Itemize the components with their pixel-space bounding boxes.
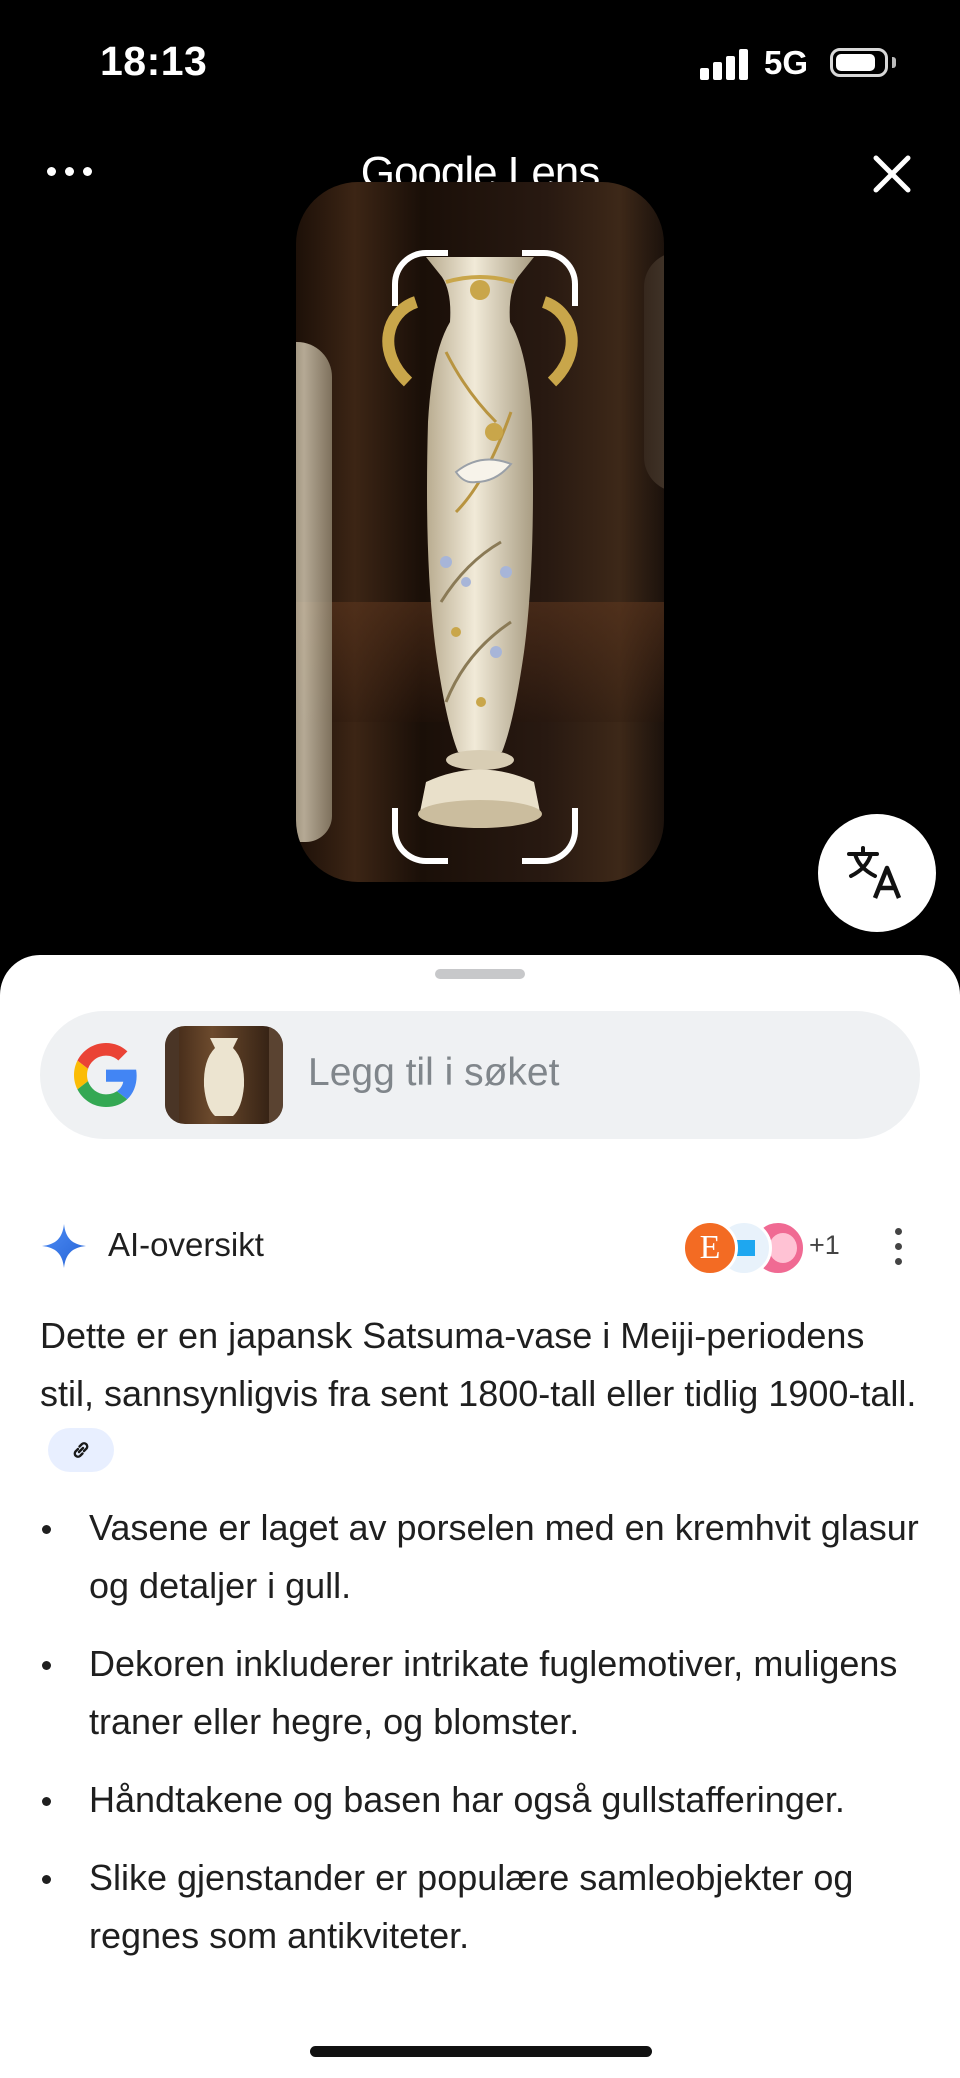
sparkle-icon — [42, 1224, 86, 1268]
results-sheet: Legg til i søket AI-oversikt E +1 Dette … — [0, 955, 960, 2078]
ai-overview-title: AI-oversikt — [108, 1226, 264, 1263]
link-icon — [73, 1442, 89, 1458]
source-extra-count[interactable]: +1 — [809, 1230, 840, 1261]
intro-text: Dette er en japansk Satsuma-vase i Meiji… — [40, 1315, 917, 1414]
ai-overview-intro: Dette er en japansk Satsuma-vase i Meiji… — [40, 1307, 920, 1481]
close-icon[interactable] — [868, 150, 916, 198]
search-bar[interactable]: Legg til i søket — [40, 1011, 920, 1139]
google-g-icon — [74, 1043, 137, 1107]
bullet-item: Slike gjenstander er populære samleobjek… — [40, 1849, 920, 1965]
more-vertical-icon[interactable] — [886, 1224, 910, 1270]
drag-handle[interactable] — [435, 969, 525, 979]
battery-level — [836, 54, 875, 71]
ai-overview-bullets: Vasene er laget av porselen med en kremh… — [40, 1499, 920, 1965]
ai-overview-body: Dette er en japansk Satsuma-vase i Meiji… — [40, 1307, 920, 1985]
status-bar: 18:13 5G — [0, 0, 960, 120]
translate-button[interactable] — [818, 814, 936, 932]
translate-icon — [847, 846, 902, 899]
ai-overview-header: AI-oversikt E +1 — [0, 1210, 960, 1280]
vase-illustration — [382, 257, 578, 828]
source-link-chip[interactable] — [48, 1428, 114, 1472]
captured-image[interactable] — [296, 182, 664, 882]
bullet-item: Dekoren inkluderer intrikate fuglemotive… — [40, 1635, 920, 1751]
bullet-item: Vasene er laget av porselen med en kremh… — [40, 1499, 920, 1615]
network-type: 5G — [764, 44, 809, 81]
battery-icon — [830, 48, 888, 77]
search-image-thumbnail[interactable] — [165, 1026, 283, 1124]
search-input[interactable]: Legg til i søket — [308, 1051, 559, 1095]
status-time: 18:13 — [100, 38, 208, 84]
signal-icon — [700, 48, 752, 80]
source-avatars[interactable]: E — [682, 1220, 812, 1276]
bullet-item: Håndtakene og basen har også gullstaffer… — [40, 1771, 920, 1829]
home-indicator[interactable] — [310, 2046, 652, 2057]
source-avatar-etsy: E — [682, 1220, 738, 1276]
battery-cap — [892, 57, 896, 68]
